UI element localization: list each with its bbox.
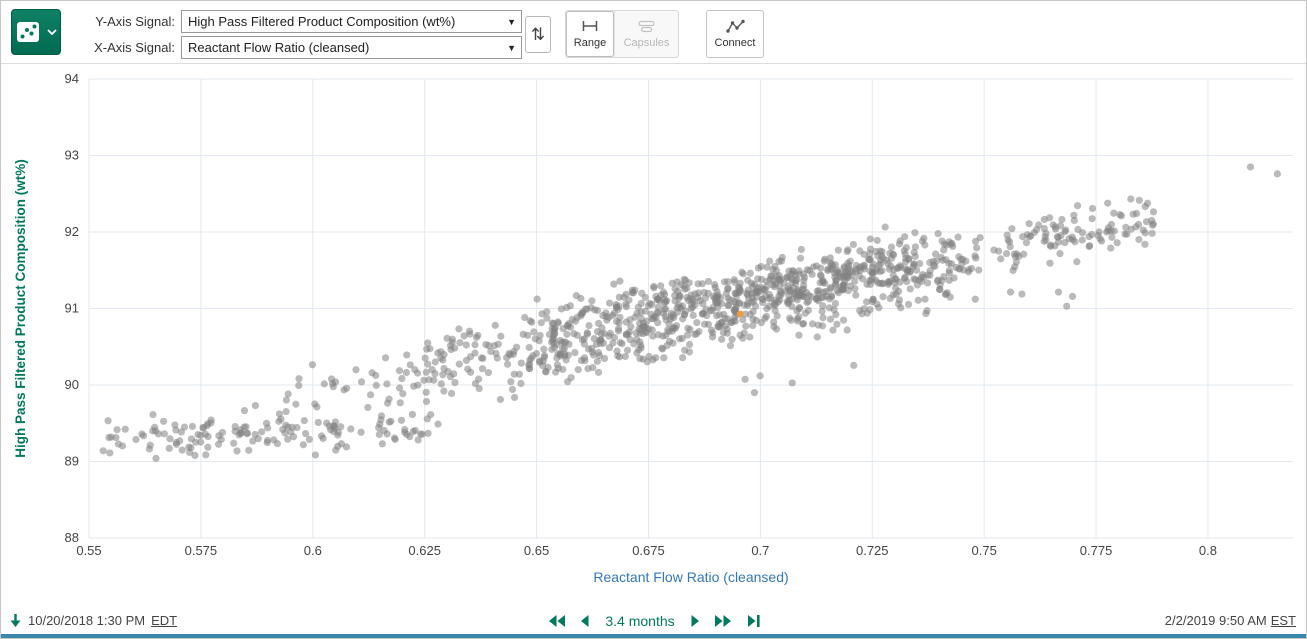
svg-text:Reactant Flow Ratio (cleansed): Reactant Flow Ratio (cleansed) bbox=[593, 569, 788, 585]
capsules-button[interactable]: Capsules bbox=[614, 11, 678, 57]
step-to-now-button[interactable] bbox=[747, 614, 761, 628]
range-icon bbox=[582, 19, 598, 33]
svg-text:0.8: 0.8 bbox=[1199, 543, 1217, 558]
connect-button[interactable]: Connect bbox=[706, 10, 764, 58]
x-axis-signal-label: X-Axis Signal: bbox=[87, 40, 175, 55]
capsules-icon bbox=[638, 19, 656, 33]
range-capsules-toggle-group: Range Capsules bbox=[565, 10, 679, 58]
svg-text:High Pass Filtered Product Com: High Pass Filtered Product Composition (… bbox=[13, 159, 28, 458]
svg-text:94: 94 bbox=[65, 71, 79, 86]
svg-text:91: 91 bbox=[65, 301, 79, 316]
scatter-plot-svg[interactable]: 0.55 0.575 0.6 0.625 0.65 0.675 0.7 0.725 0.75 0.… bbox=[1, 64, 1307, 604]
connect-icon bbox=[726, 19, 745, 33]
double-right-arrow-icon bbox=[714, 614, 734, 628]
svg-text:89: 89 bbox=[65, 454, 79, 469]
swap-axes-button[interactable]: ⇅ bbox=[525, 16, 551, 53]
svg-text:0.775: 0.775 bbox=[1080, 543, 1113, 558]
view-selector-button[interactable] bbox=[11, 9, 61, 55]
connect-button-label: Connect bbox=[715, 37, 756, 49]
svg-text:0.725: 0.725 bbox=[856, 543, 889, 558]
svg-text:90: 90 bbox=[65, 377, 79, 392]
x-axis-signal-value: Reactant Flow Ratio (cleansed) bbox=[188, 40, 369, 55]
capsules-button-label: Capsules bbox=[624, 37, 670, 49]
range-button[interactable]: Range bbox=[566, 11, 614, 57]
svg-text:0.55: 0.55 bbox=[76, 543, 101, 558]
y-axis-signal-value: High Pass Filtered Product Composition (… bbox=[188, 14, 455, 29]
toolbar: Y-Axis Signal: High Pass Filtered Produc… bbox=[1, 1, 1306, 64]
axis-signal-selectors: Y-Axis Signal: High Pass Filtered Produc… bbox=[87, 10, 522, 62]
range-end-timezone[interactable]: EST bbox=[1271, 613, 1296, 628]
chevron-down-icon bbox=[47, 29, 57, 36]
pan-forward-full-button[interactable] bbox=[714, 614, 734, 628]
range-end-datetime: 2/2/2019 9:50 AM bbox=[1165, 613, 1267, 628]
scatter-chart[interactable]: 0.55 0.575 0.6 0.625 0.65 0.675 0.7 0.725 0.75 0.… bbox=[1, 64, 1307, 604]
svg-text:0.7: 0.7 bbox=[751, 543, 769, 558]
range-button-label: Range bbox=[574, 37, 606, 49]
svg-text:0.6: 0.6 bbox=[304, 543, 322, 558]
left-arrow-icon bbox=[579, 614, 589, 628]
skip-to-end-icon bbox=[747, 614, 761, 628]
x-axis-signal-select[interactable]: Reactant Flow Ratio (cleansed) ▼ bbox=[181, 36, 522, 59]
scatter-plot-icon bbox=[16, 21, 42, 43]
right-arrow-icon bbox=[691, 614, 701, 628]
double-left-arrow-icon bbox=[546, 614, 566, 628]
select-caret-icon: ▼ bbox=[507, 17, 516, 27]
y-axis-signal-select[interactable]: High Pass Filtered Product Composition (… bbox=[181, 10, 522, 33]
scatterplot-workbench-window: Y-Axis Signal: High Pass Filtered Produc… bbox=[0, 0, 1307, 639]
svg-text:93: 93 bbox=[65, 148, 79, 163]
svg-text:0.75: 0.75 bbox=[972, 543, 997, 558]
swap-axes-icon: ⇅ bbox=[531, 25, 545, 45]
svg-text:0.575: 0.575 bbox=[185, 543, 218, 558]
svg-text:0.65: 0.65 bbox=[524, 543, 549, 558]
range-stepper: 3.4 months bbox=[1, 605, 1306, 636]
display-range-footer: 10/20/2018 1:30 PM EDT 3.4 months bbox=[1, 605, 1306, 636]
pan-back-full-button[interactable] bbox=[546, 614, 566, 628]
y-axis-signal-label: Y-Axis Signal: bbox=[87, 14, 175, 29]
pan-forward-half-button[interactable] bbox=[691, 614, 701, 628]
duration-label[interactable]: 3.4 months bbox=[605, 613, 674, 629]
svg-text:88: 88 bbox=[65, 530, 79, 545]
svg-text:0.675: 0.675 bbox=[632, 543, 665, 558]
svg-text:92: 92 bbox=[65, 224, 79, 239]
pan-back-half-button[interactable] bbox=[579, 614, 589, 628]
display-range-bar bbox=[1, 634, 1306, 638]
range-end-group: 2/2/2019 9:50 AM EST bbox=[1165, 605, 1296, 636]
svg-text:0.625: 0.625 bbox=[408, 543, 441, 558]
select-caret-icon: ▼ bbox=[507, 43, 516, 53]
